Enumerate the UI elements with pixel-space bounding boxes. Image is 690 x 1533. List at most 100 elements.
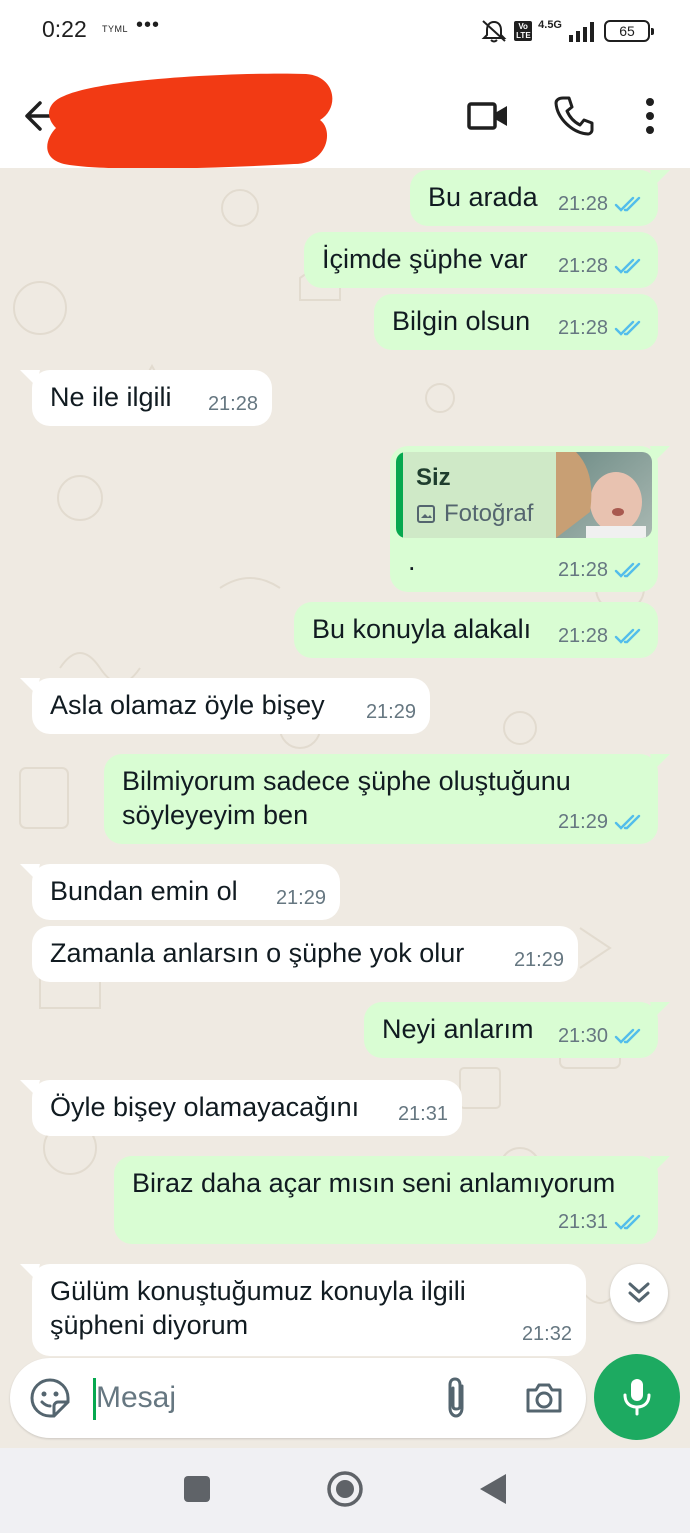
photo-icon — [417, 505, 435, 523]
read-ticks-icon — [614, 258, 641, 274]
message-bubble-outgoing-reply[interactable]: Siz Fotoğraf . 21:28 — [390, 446, 670, 592]
message-bubble-incoming[interactable]: Ne ile ilgili 21:28 — [20, 370, 272, 426]
status-icons: Vo LTE 4.5G 65 — [480, 18, 654, 44]
message-meta: 21:28 — [558, 625, 644, 648]
contact-name-redaction[interactable] — [44, 68, 334, 172]
message-text: Bilmiyorum sadece şüphe oluştuğunu — [122, 766, 571, 796]
message-text-line2: söyleyeyim ben — [122, 800, 309, 830]
message-time: 21:31 — [397, 1103, 448, 1125]
message-time: 21:28 — [557, 193, 608, 215]
message-text: Neyi anlarım — [382, 1014, 534, 1044]
message-time: 21:29 — [557, 811, 608, 833]
message-meta: 21:30 — [558, 1025, 644, 1048]
read-ticks-icon — [614, 1214, 641, 1230]
message-meta: 21:29 — [514, 949, 564, 972]
camera-icon[interactable] — [524, 1378, 564, 1418]
message-bubble-outgoing[interactable]: Bu arada 21:28 — [410, 170, 670, 226]
mute-bell-icon — [481, 20, 507, 43]
message-meta: 21:28 — [558, 317, 644, 340]
message-time: 21:32 — [521, 1323, 572, 1345]
message-time: 21:28 — [557, 255, 608, 277]
signal-icon — [569, 22, 594, 42]
message-time: 21:31 — [557, 1211, 608, 1233]
message-bubble-incoming[interactable]: Öyle bişey olamayacağını 21:31 — [20, 1080, 462, 1136]
message-time: 21:28 — [557, 625, 608, 647]
message-text: Öyle bişey olamayacağını — [50, 1092, 360, 1122]
system-navigation-bar — [0, 1448, 690, 1533]
chat-area[interactable]: Bu arada 21:28 İçimde şüphe var 21:28 Bi… — [0, 168, 690, 1448]
message-text: Gülüm konuştuğumuz konuyla ilgili — [50, 1276, 466, 1306]
read-ticks-icon — [614, 1028, 641, 1044]
message-text: . — [408, 546, 416, 576]
message-time: 21:29 — [365, 701, 416, 723]
message-bubble-incoming[interactable]: Zamanla anlarsın o şüphe yok olur 21:29 — [32, 926, 578, 982]
quote-author: Siz — [416, 464, 451, 491]
back-triangle-icon[interactable] — [478, 1472, 508, 1506]
message-text-line2: şüpheni diyorum — [50, 1310, 249, 1340]
message-bubble-outgoing[interactable]: Bu konuyla alakalı 21:28 — [294, 602, 658, 658]
message-bubble-outgoing[interactable]: Bilgin olsun 21:28 — [374, 294, 658, 350]
voice-message-button[interactable] — [594, 1354, 680, 1440]
photo-thumbnail — [556, 452, 652, 538]
message-meta: 21:28 — [558, 559, 644, 582]
more-vertical-icon[interactable] — [636, 96, 664, 136]
message-text: İçimde şüphe var — [322, 244, 528, 274]
status-bar: 0:22 TYML ••• Vo LTE 4.5G 65 — [0, 0, 690, 62]
volte-badge: Vo LTE — [514, 21, 533, 41]
message-bubble-incoming[interactable]: Asla olamaz öyle bişey 21:29 — [20, 678, 430, 734]
message-time: 21:28 — [557, 317, 608, 339]
read-ticks-icon — [614, 628, 641, 644]
microphone-icon — [623, 1379, 651, 1416]
message-input[interactable] — [96, 1372, 396, 1424]
message-time: 21:29 — [513, 949, 564, 971]
home-circle-icon[interactable] — [326, 1470, 364, 1508]
bubble-tail — [650, 170, 670, 186]
bubble-tail — [650, 1002, 670, 1018]
bubble-tail — [20, 1080, 40, 1096]
quote-type: Fotoğraf — [416, 500, 533, 528]
bubble-tail — [650, 754, 670, 770]
read-ticks-icon — [614, 320, 641, 336]
message-composer — [10, 1358, 586, 1438]
bubble-tail — [20, 370, 40, 386]
message-meta: 21:29 — [558, 811, 644, 834]
message-meta: 21:29 — [276, 887, 326, 910]
more-notifications-icon: ••• — [136, 14, 161, 36]
message-bubble-outgoing[interactable]: Bilmiyorum sadece şüphe oluştuğunu söyle… — [104, 754, 670, 844]
bubble-tail — [650, 1156, 670, 1172]
message-meta: 21:28 — [558, 255, 644, 278]
bubble-tail — [20, 864, 40, 880]
double-chevron-down-icon — [628, 1282, 650, 1303]
carrier-label: TYML — [102, 24, 129, 34]
message-meta: 21:28 — [558, 193, 644, 216]
battery-icon: 65 — [604, 20, 654, 42]
battery-level: 65 — [619, 23, 635, 39]
message-text: Bu arada — [428, 182, 538, 212]
scroll-to-bottom-button[interactable] — [610, 1264, 668, 1322]
message-bubble-incoming[interactable]: Gülüm konuştuğumuz konuyla ilgili şüphen… — [20, 1264, 586, 1356]
status-time: 0:22 — [42, 16, 87, 42]
message-bubble-incoming[interactable]: Bundan emin ol 21:29 — [20, 864, 340, 920]
message-meta: 21:32 — [522, 1323, 572, 1346]
message-meta: 21:29 — [366, 701, 416, 724]
message-bubble-outgoing[interactable]: Neyi anlarım 21:30 — [364, 1002, 670, 1058]
video-call-icon[interactable] — [466, 96, 510, 136]
read-ticks-icon — [614, 196, 641, 212]
sticker-emoji-icon[interactable] — [28, 1376, 72, 1420]
paperclip-icon[interactable] — [438, 1376, 474, 1420]
message-meta: 21:31 — [558, 1211, 644, 1234]
message-time: 21:29 — [275, 887, 326, 909]
message-bubble-outgoing[interactable]: Biraz daha açar mısın seni anlamıyorum 2… — [114, 1156, 670, 1244]
message-time: 21:28 — [207, 393, 258, 415]
quoted-message[interactable]: Siz Fotoğraf — [396, 452, 652, 538]
message-meta: 21:28 — [208, 393, 258, 416]
read-ticks-icon — [614, 814, 641, 830]
message-text: Ne ile ilgili — [50, 382, 172, 412]
quote-accent-bar — [396, 452, 403, 538]
quote-type-label: Fotoğraf — [444, 500, 534, 527]
message-time: 21:28 — [557, 559, 608, 581]
message-bubble-outgoing[interactable]: İçimde şüphe var 21:28 — [304, 232, 658, 288]
recents-square-icon[interactable] — [184, 1476, 210, 1502]
message-text: Asla olamaz öyle bişey — [50, 690, 325, 720]
phone-call-icon[interactable] — [554, 94, 594, 136]
